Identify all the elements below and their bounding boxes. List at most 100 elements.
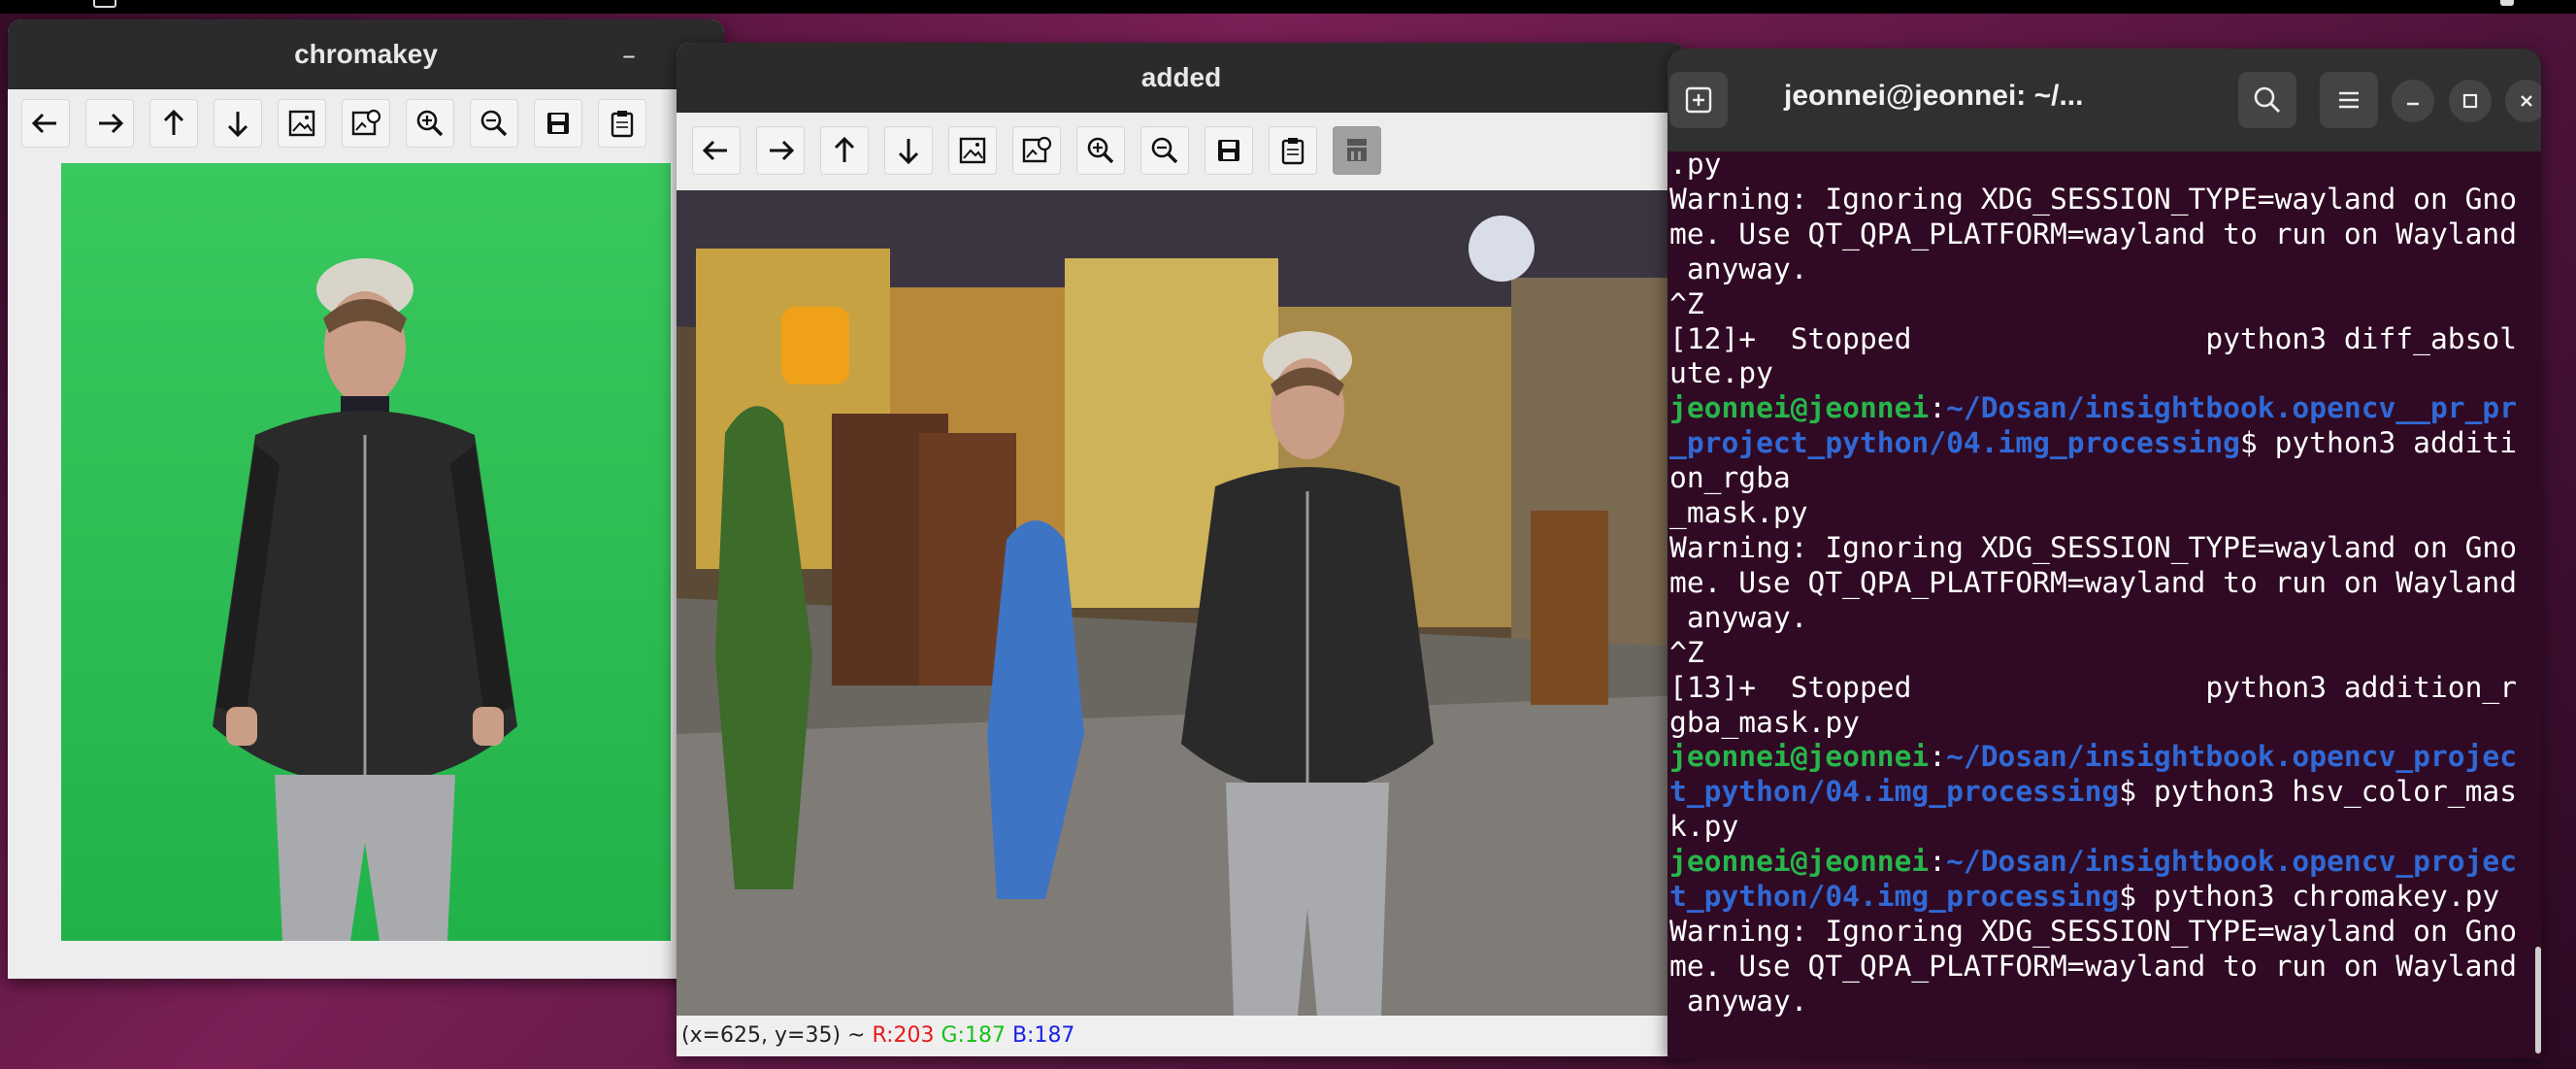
chromakey-toolbar <box>21 99 662 148</box>
system-menu-icon[interactable] <box>2500 0 2514 6</box>
prompt-path: t_python/04.img_processing <box>1669 880 2120 914</box>
arrow-up-button[interactable] <box>820 126 869 175</box>
properties-button[interactable] <box>1333 126 1381 175</box>
terminal-text: me. Use QT_QPA_PLATFORM=wayland to run o… <box>1669 949 2518 983</box>
image-settings-button[interactable] <box>1012 126 1061 175</box>
added-toolbar <box>692 126 1397 175</box>
zoom-out-button[interactable] <box>470 99 518 148</box>
terminal-text: : <box>1929 391 1947 425</box>
properties-icon <box>1347 139 1367 161</box>
status-red: R:203 <box>872 1023 935 1048</box>
terminal-text: _mask.py <box>1669 496 1808 530</box>
clipboard-icon <box>1281 138 1305 165</box>
clipboard-button[interactable] <box>598 99 646 148</box>
chromakey-window: chromakey – <box>8 19 724 979</box>
terminal-line: t_python/04.img_processing$ python3 hsv_… <box>1669 775 2524 810</box>
zoom-in-button[interactable] <box>1076 126 1125 175</box>
arrow-left-button[interactable] <box>21 99 70 148</box>
search-button[interactable] <box>2238 72 2296 128</box>
prompt-path: ~/Dosan/insightbook.opencv_projec <box>1946 845 2518 879</box>
close-button[interactable] <box>2505 80 2541 122</box>
arrow-right-icon <box>770 140 795 161</box>
terminal-line: _project_python/04.img_processing$ pytho… <box>1669 426 2524 461</box>
arrow-left-icon <box>31 113 56 134</box>
maximize-button[interactable] <box>2449 80 2492 122</box>
terminal-text: ^Z <box>1669 286 1704 320</box>
close-icon <box>2521 95 2532 107</box>
terminal-line: [12]+ Stopped python3 diff_absol <box>1669 322 2524 357</box>
arrow-down-button[interactable] <box>214 99 262 148</box>
terminal-scrollbar[interactable] <box>2535 947 2541 1053</box>
terminal-text: k.py <box>1669 810 1739 844</box>
terminal-line: anyway. <box>1669 601 2524 636</box>
prompt-path: ~/Dosan/insightbook.opencv__pr_pr <box>1946 391 2518 425</box>
new-tab-button[interactable] <box>1669 72 1728 128</box>
zoom-out-icon <box>1151 137 1178 164</box>
terminal-line: gba_mask.py <box>1669 706 2524 741</box>
minimize-button[interactable]: – <box>622 39 636 71</box>
terminal-line: [13]+ Stopped python3 addition_r <box>1669 671 2524 706</box>
image-button[interactable] <box>948 126 997 175</box>
terminal-line: jeonnei@jeonnei:~/Dosan/insightbook.open… <box>1669 845 2524 880</box>
arrow-right-button[interactable] <box>756 126 805 175</box>
arrow-up-button[interactable] <box>149 99 198 148</box>
image-settings-button[interactable] <box>342 99 390 148</box>
terminal-line: me. Use QT_QPA_PLATFORM=wayland to run o… <box>1669 217 2524 252</box>
terminal-title: jeonnei@jeonnei: ~/... <box>1784 80 2084 112</box>
terminal-output[interactable]: .py Warning: Ignoring XDG_SESSION_TYPE=wa… <box>1669 148 2524 1019</box>
minimize-button[interactable] <box>2392 80 2434 122</box>
arrow-up-icon <box>834 136 855 162</box>
zoom-out-button[interactable] <box>1140 126 1189 175</box>
arrow-down-icon <box>898 139 919 165</box>
zoom-in-icon <box>1087 137 1114 164</box>
clipboard-button[interactable] <box>1269 126 1317 175</box>
terminal-line: ^Z <box>1669 636 2524 671</box>
terminal-text: me. Use QT_QPA_PLATFORM=wayland to run o… <box>1669 565 2518 599</box>
save-button[interactable] <box>1205 126 1253 175</box>
arrow-down-button[interactable] <box>884 126 933 175</box>
terminal-text: gba_mask.py <box>1669 705 1860 739</box>
terminal-line: jeonnei@jeonnei:~/Dosan/insightbook.open… <box>1669 740 2524 775</box>
zoom-in-button[interactable] <box>406 99 454 148</box>
save-icon <box>1218 140 1239 161</box>
added-titlebar[interactable]: added <box>677 43 1686 113</box>
zoom-out-icon <box>480 110 508 137</box>
search-icon <box>2254 86 2280 113</box>
terminal-text: Warning: Ignoring XDG_SESSION_TYPE=wayla… <box>1669 530 2518 564</box>
terminal-text: $ python3 chromakey.py <box>2119 880 2500 914</box>
terminal-text: Warning: Ignoring XDG_SESSION_TYPE=wayla… <box>1669 914 2518 948</box>
maximize-icon <box>2462 93 2478 109</box>
terminal-titlebar[interactable]: jeonnei@jeonnei: ~/... <box>1668 49 2541 151</box>
zoom-in-icon <box>416 110 444 137</box>
menu-button[interactable] <box>2320 72 2378 128</box>
activities-icon[interactable] <box>93 0 116 8</box>
arrow-right-button[interactable] <box>85 99 134 148</box>
status-green: G:187 <box>941 1023 1006 1048</box>
terminal-line: Warning: Ignoring XDG_SESSION_TYPE=wayla… <box>1669 915 2524 950</box>
terminal-line: .py <box>1669 148 2524 183</box>
prompt-user: jeonnei@jeonnei <box>1669 740 1930 774</box>
terminal-text: Warning: Ignoring XDG_SESSION_TYPE=wayla… <box>1669 182 2518 216</box>
arrow-left-button[interactable] <box>692 126 741 175</box>
image-icon <box>288 110 315 137</box>
status-coords: (x=625, y=35) ~ <box>681 1023 873 1048</box>
image-button[interactable] <box>278 99 326 148</box>
terminal-text: ute.py <box>1669 356 1773 390</box>
status-bar: (x=625, y=35) ~ R:203 G:187 B:187 <box>677 1016 1686 1056</box>
chromakey-titlebar[interactable]: chromakey – <box>8 19 724 89</box>
terminal-window: jeonnei@jeonnei: ~/... .py Warning: Ignor… <box>1668 49 2541 1058</box>
chromakey-image[interactable] <box>61 163 671 941</box>
image-settings-icon <box>351 109 381 136</box>
terminal-line: anyway. <box>1669 252 2524 287</box>
terminal-text: : <box>1929 845 1947 879</box>
prompt-user: jeonnei@jeonnei <box>1669 845 1930 879</box>
save-button[interactable] <box>534 99 582 148</box>
added-image[interactable] <box>677 190 1686 1016</box>
terminal-line: ute.py <box>1669 356 2524 391</box>
terminal-line: ^Z <box>1669 287 2524 322</box>
terminal-line: t_python/04.img_processing$ python3 chro… <box>1669 880 2524 915</box>
terminal-text: [12]+ Stopped python3 diff_absol <box>1669 321 2518 355</box>
terminal-text: $ python3 hsv_color_mas <box>2119 775 2518 809</box>
prompt-user: jeonnei@jeonnei <box>1669 391 1930 425</box>
image-settings-icon <box>1022 136 1052 163</box>
